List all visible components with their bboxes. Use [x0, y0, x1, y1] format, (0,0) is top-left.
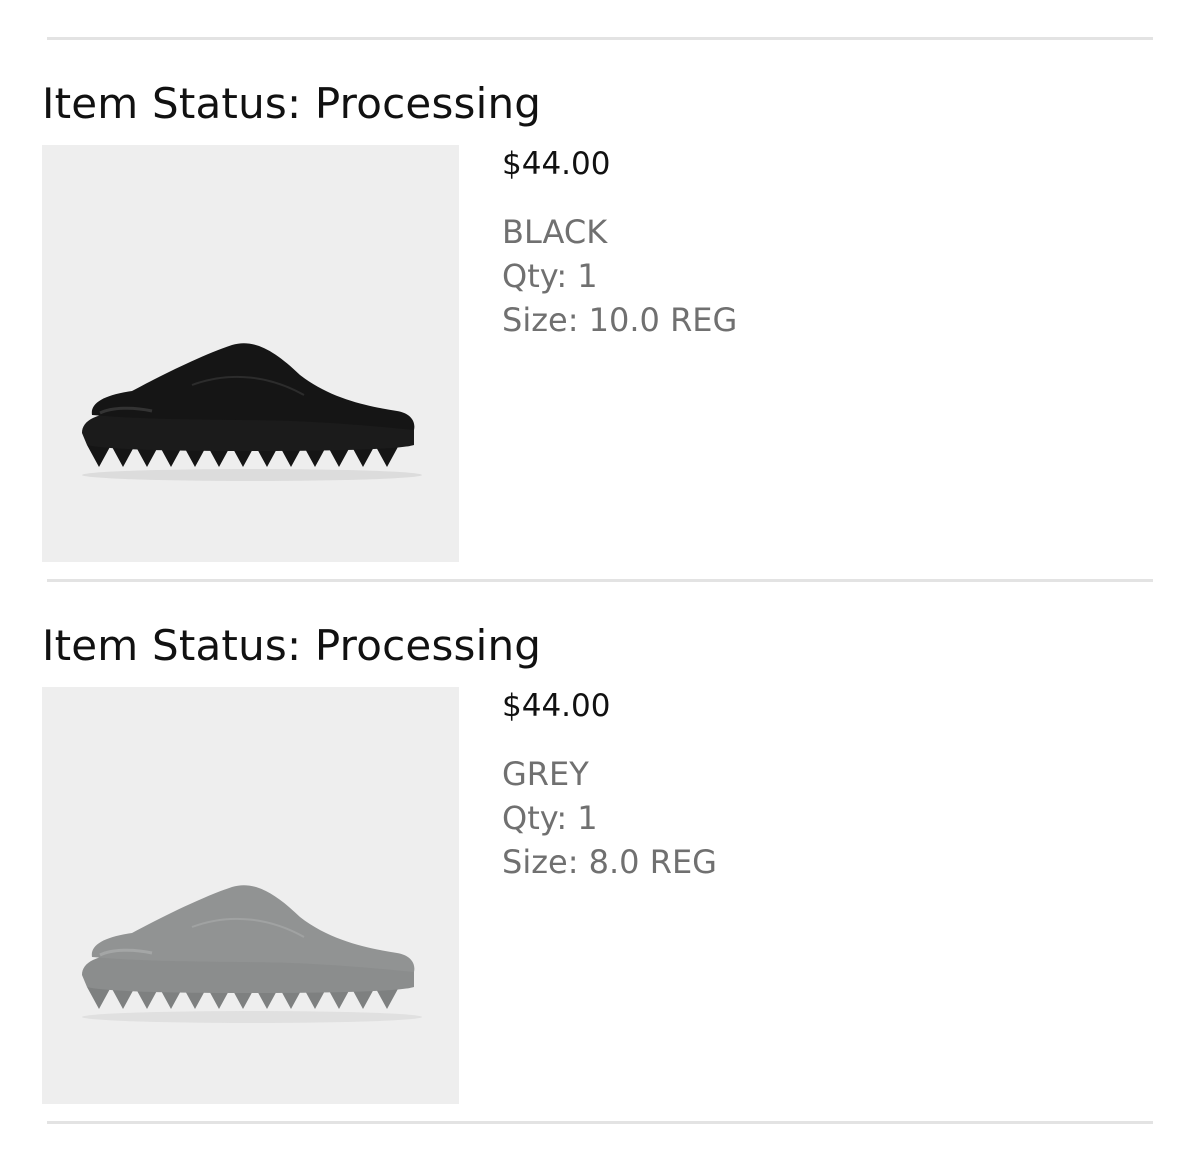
item-price: $44.00 — [502, 146, 611, 182]
item-color: BLACK — [502, 213, 608, 251]
item-size: Size: 8.0 REG — [502, 843, 717, 881]
item-quantity: Qty: 1 — [502, 257, 598, 295]
slide-sandal-icon — [82, 343, 422, 481]
product-image-grey-slide[interactable] — [42, 687, 459, 1104]
slide-upper — [91, 343, 415, 430]
slide-sandal-icon — [82, 885, 422, 1023]
item-size: Size: 10.0 REG — [502, 301, 738, 339]
product-image-black-slide[interactable] — [42, 145, 459, 562]
divider-top — [47, 37, 1153, 40]
slide-upper — [91, 885, 415, 972]
item-price: $44.00 — [502, 688, 611, 724]
divider-middle — [47, 579, 1153, 582]
item-quantity: Qty: 1 — [502, 799, 598, 837]
item-color: GREY — [502, 755, 589, 793]
divider-bottom — [47, 1121, 1153, 1124]
item-status-heading: Item Status: Processing — [42, 621, 542, 670]
item-status-heading: Item Status: Processing — [42, 79, 542, 128]
